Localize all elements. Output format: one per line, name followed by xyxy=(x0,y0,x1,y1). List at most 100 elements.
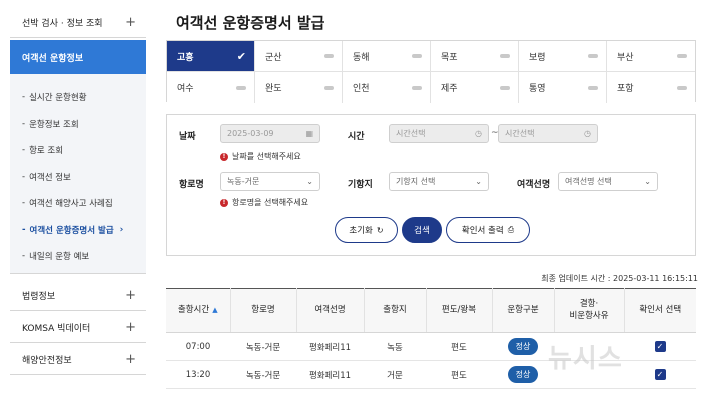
reset-button-label: 초기화 xyxy=(349,226,373,236)
sidebar-subitem-forecast[interactable]: - 내일의 운항 예보 xyxy=(10,243,146,270)
error-icon: ! xyxy=(220,198,228,207)
time-end-input[interactable]: 시간선택 ◷ xyxy=(498,124,598,143)
sidebar-subitem-label: 내일의 운항 예보 xyxy=(29,252,90,263)
route-label: 항로명 xyxy=(179,180,204,190)
print-button[interactable]: 확인서 출력 ⎙ xyxy=(446,217,530,243)
ship-name-select[interactable]: 여객선명 선택 ⌄ xyxy=(558,172,658,191)
column-header: 출항지 xyxy=(364,288,427,333)
ship-name-value: 여객선명 선택 xyxy=(565,177,612,186)
cell-ship-name: 평화페리11 xyxy=(296,332,364,361)
column-header: 결항· 비운항사유 xyxy=(554,288,625,333)
cell-departure-time: 07:00 xyxy=(166,332,230,361)
dash-icon xyxy=(588,85,598,90)
dash-icon xyxy=(500,54,510,58)
time-start-input[interactable]: 시간선택 ◷ xyxy=(389,124,489,143)
route-error-text: 항로명을 선택해주세요 xyxy=(232,198,309,207)
cell-ship-name: 평화페리11 xyxy=(296,360,364,389)
calendar-icon: ▦ xyxy=(305,129,313,138)
sidebar-subitem-certificate[interactable]: - 여객선 운항증명서 발급 › xyxy=(10,217,146,244)
sidebar-item-safety[interactable]: 해양안전정보 + xyxy=(10,344,146,375)
sidebar-subitem-label: 여객선 운항증명서 발급 xyxy=(29,225,114,236)
search-button[interactable]: 검색 xyxy=(402,217,442,243)
port-label: 통영 xyxy=(529,84,546,94)
port-of-call-value: 기항지 선택 xyxy=(396,177,436,186)
reset-button[interactable]: 초기화 ↻ xyxy=(335,217,398,243)
column-header: 확인서 선택 xyxy=(624,288,696,333)
sidebar-subitem-route[interactable]: - 항로 조회 xyxy=(10,137,146,164)
port-tab-boryeong[interactable]: 보령 xyxy=(519,41,607,72)
date-input[interactable]: 2025-03-09 ▦ xyxy=(220,124,320,143)
port-tab-gunsan[interactable]: 군산 xyxy=(255,41,343,72)
cell-trip-type: 편도 xyxy=(426,360,492,389)
port-tab-donghae[interactable]: 동해 xyxy=(343,41,431,72)
cell-departure-port: 녹동 xyxy=(364,332,426,361)
port-tab-wando[interactable]: 완도 xyxy=(255,72,343,103)
port-tab-incheon[interactable]: 인천 xyxy=(343,72,431,103)
dash-icon xyxy=(588,54,598,58)
sidebar-subitem-label: 운항정보 조회 xyxy=(29,119,79,130)
sidebar-subitem-schedule[interactable]: - 운항정보 조회 xyxy=(10,111,146,138)
sidebar-item-law[interactable]: 법령정보 + xyxy=(10,280,146,311)
time-label: 시간 xyxy=(348,132,365,142)
cell-route: 녹동-거문 xyxy=(230,360,296,389)
port-tab-pohang[interactable]: 포항 xyxy=(607,72,695,103)
port-label: 군산 xyxy=(265,52,282,63)
dash-icon xyxy=(677,54,687,58)
column-header: 항로명 xyxy=(230,288,297,333)
printer-icon: ⎙ xyxy=(507,225,515,234)
search-form: 날짜 2025-03-09 ▦ ! 날짜를 선택해주세요 시간 시간선택 ◷ ~ … xyxy=(166,114,696,256)
port-tab-goheung[interactable]: 고흥 ✔ xyxy=(167,41,255,72)
port-label: 인천 xyxy=(353,84,370,94)
port-tab-jeju[interactable]: 제주 xyxy=(431,72,519,103)
port-label: 제주 xyxy=(441,84,458,94)
cell-departure-time: 13:20 xyxy=(166,360,230,389)
date-label: 날짜 xyxy=(179,132,196,142)
plus-icon: + xyxy=(125,15,136,30)
watermark: 뉴시스 xyxy=(548,344,623,374)
sidebar-item-ferry-info[interactable]: 여객선 운항정보 xyxy=(10,40,146,74)
port-label: 동해 xyxy=(353,52,370,63)
port-label: 보령 xyxy=(529,52,546,63)
chevron-down-icon: ⌄ xyxy=(644,177,651,186)
port-of-call-select[interactable]: 기항지 선택 ⌄ xyxy=(389,172,489,191)
sidebar-subitem-realtime[interactable]: - 실시간 운항현황 xyxy=(10,84,146,111)
port-label: 부산 xyxy=(617,52,634,63)
status-badge: 정상 xyxy=(507,338,539,355)
cell-select: ✓ xyxy=(624,360,696,389)
dash-icon xyxy=(677,85,687,90)
select-checkbox[interactable]: ✓ xyxy=(654,341,666,352)
port-label: 포항 xyxy=(617,84,634,94)
clock-icon: ◷ xyxy=(475,129,482,138)
port-label: 목포 xyxy=(441,52,458,63)
sidebar-item-label: 해양안전정보 xyxy=(22,355,72,366)
plus-icon: + xyxy=(125,351,136,367)
sidebar-subitem-ferry[interactable]: - 여객선 정보 xyxy=(10,164,146,191)
sort-up-icon: ▲ xyxy=(212,305,218,314)
port-label: 여수 xyxy=(177,84,194,94)
dash-icon xyxy=(324,54,334,58)
sidebar-item-bigdata[interactable]: KOMSA 빅데이터 + xyxy=(10,312,146,343)
sidebar-subitem-accidents[interactable]: - 여객선 해양사고 사례집 xyxy=(10,190,146,217)
cell-trip-type: 편도 xyxy=(426,332,492,361)
port-tab-yeosu[interactable]: 여수 xyxy=(167,72,255,103)
sidebar: 선박 검사 · 정보 조회 + 여객선 운항정보 - 실시간 운항현황 - 운항… xyxy=(0,0,146,405)
route-select[interactable]: 녹동-거문 ⌄ xyxy=(220,172,320,191)
table-header-row: 출항시간 ▲ 항로명 여객선명 출항지 편도/왕복 운항구분 결항· 비운항사유 … xyxy=(166,288,696,333)
column-header: 운항구분 xyxy=(492,288,555,333)
sidebar-submenu: - 실시간 운항현황 - 운항정보 조회 - 항로 조회 - 여객선 정보 - … xyxy=(10,74,146,274)
select-checkbox[interactable]: ✓ xyxy=(654,369,666,380)
print-button-label: 확인서 출력 xyxy=(461,226,504,236)
port-tab-mokpo[interactable]: 목포 xyxy=(431,41,519,72)
cell-route: 녹동-거문 xyxy=(230,332,296,361)
sidebar-item-ship-inspection[interactable]: 선박 검사 · 정보 조회 + xyxy=(10,8,146,38)
cell-departure-port: 거문 xyxy=(364,360,426,389)
port-tab-busan[interactable]: 부산 xyxy=(607,41,695,72)
dash-icon xyxy=(412,85,422,90)
route-value: 녹동-거문 xyxy=(227,177,260,186)
sidebar-item-label: KOMSA 빅데이터 xyxy=(22,323,91,334)
chevron-down-icon: ⌄ xyxy=(475,177,482,186)
dash-icon xyxy=(412,54,422,58)
column-header[interactable]: 출항시간 ▲ xyxy=(166,288,231,333)
port-tab-tongyeong[interactable]: 통영 xyxy=(519,72,607,103)
error-icon: ! xyxy=(220,152,228,161)
